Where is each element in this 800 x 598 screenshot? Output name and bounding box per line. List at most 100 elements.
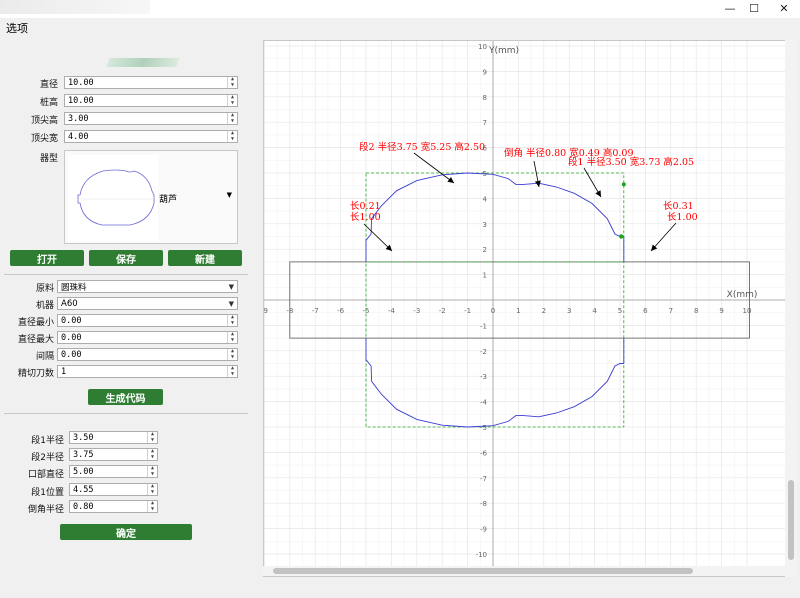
new-button[interactable]: 新建 — [168, 250, 242, 266]
interval-input[interactable]: 0.00 ▲ ▼ — [57, 348, 238, 361]
param-label: 顶尖高 — [30, 116, 58, 126]
generate-code-button[interactable]: 生成代码 — [88, 389, 163, 405]
x-tick-label: -1 — [464, 307, 471, 315]
x-tick-label: 3 — [567, 307, 571, 315]
x-tick-label: -2 — [439, 307, 446, 315]
y-tick-label: 4 — [483, 195, 488, 203]
x-tick-label: 6 — [643, 307, 648, 315]
x-tick-label: 9 — [719, 307, 723, 315]
param-label: 顶尖宽 — [30, 134, 58, 144]
type-label: 器型 — [39, 154, 58, 164]
machine-label: 机器 — [35, 301, 54, 311]
x-tick-label: 2 — [542, 307, 546, 315]
divider — [4, 274, 248, 275]
y-tick-label: 7 — [483, 119, 487, 127]
y-tick-label: -3 — [480, 373, 487, 381]
logo — [106, 58, 180, 67]
x-tick-label: 5 — [618, 307, 622, 315]
y-tick-label: -10 — [476, 551, 487, 559]
annotation-label: 段2 半径3.75 宽5.25 高2.50 — [359, 141, 485, 153]
param-label: 口部直径 — [27, 470, 64, 480]
annotation-label: 长0.21 — [350, 200, 381, 212]
control-point — [619, 234, 624, 239]
diameter-input[interactable]: 10.00 ▲ ▼ — [64, 76, 238, 89]
param-label: 间隔 — [35, 352, 54, 362]
y-tick-label: -7 — [480, 475, 487, 483]
chevron-down-icon: ▼ — [226, 191, 232, 199]
x-tick-label: 8 — [694, 307, 698, 315]
chamfer-radius-input[interactable]: 0.80 ▲ ▼ — [69, 500, 158, 513]
x-tick-label: -9 — [264, 307, 268, 315]
title-bar: — ☐ ✕ — [0, 0, 800, 18]
x-tick-label: -6 — [337, 307, 345, 315]
plot-panel[interactable]: -10-9-8-7-6-5-4-3-2-10123456789101098765… — [263, 40, 797, 577]
seg1-radius-input[interactable]: 3.50 ▲ ▼ — [69, 431, 158, 444]
x-tick-label: 10 — [743, 307, 752, 315]
material-label: 原料 — [35, 284, 54, 294]
x-tick-label: 7 — [669, 307, 673, 315]
x-tick-label: -7 — [312, 307, 319, 315]
menu-bar: 选项 — [0, 18, 800, 36]
open-button[interactable]: 打开 — [10, 250, 84, 266]
annotation-label: 长1.00 — [667, 211, 698, 223]
x-axis-label: X(mm) — [727, 290, 758, 300]
scrollbar-thumb[interactable] — [273, 568, 693, 574]
x-tick-label: 4 — [592, 307, 597, 315]
finish-cut-count-input[interactable]: 1 ▲ ▼ — [57, 365, 238, 378]
close-button[interactable]: ✕ — [770, 0, 798, 16]
y-axis-label: Y(mm) — [488, 46, 519, 56]
scrollbar-thumb[interactable] — [788, 480, 794, 560]
profile-bottom — [365, 359, 624, 428]
y-tick-label: 3 — [483, 221, 487, 229]
y-tick-label: -1 — [480, 322, 487, 330]
annotation-arrow — [413, 152, 455, 184]
y-tick-label: -8 — [480, 500, 487, 508]
profile-top — [365, 172, 624, 241]
maximize-button[interactable]: ☐ — [740, 0, 768, 16]
type-combobox[interactable]: 葫芦 ▼ — [64, 150, 238, 244]
y-tick-label: -9 — [480, 526, 487, 534]
y-tick-label: 8 — [483, 94, 487, 102]
param-label: 精切刀数 — [17, 369, 54, 379]
y-tick-label: -4 — [480, 399, 488, 407]
y-tick-label: -2 — [480, 348, 487, 356]
menu-options[interactable]: 选项 — [6, 20, 28, 36]
y-tick-label: 2 — [483, 246, 487, 254]
x-tick-label: 0 — [491, 307, 495, 315]
chevron-down-icon: ▼ — [228, 283, 234, 291]
machine-select[interactable]: A60 ▼ — [57, 297, 238, 310]
seg2-radius-input[interactable]: 3.75 ▲ ▼ — [69, 448, 158, 461]
control-point — [621, 182, 626, 187]
y-tick-label: 9 — [483, 68, 487, 76]
y-tick-label: -6 — [480, 449, 488, 457]
param-label: 桩高 — [39, 98, 58, 108]
tip-height-input[interactable]: 3.00 ▲ ▼ — [64, 112, 238, 125]
diameter-min-input[interactable]: 0.00 ▲ ▼ — [57, 314, 238, 327]
param-label: 段2半径 — [31, 453, 64, 463]
y-tick-label: 1 — [483, 272, 487, 280]
tip-width-input[interactable]: 4.00 ▲ ▼ — [64, 130, 238, 143]
x-tick-label: -4 — [388, 307, 396, 315]
divider — [4, 413, 248, 414]
arrowhead-icon — [595, 190, 601, 197]
mouth-diameter-input[interactable]: 5.00 ▲ ▼ — [69, 465, 158, 478]
x-tick-label: 1 — [516, 307, 520, 315]
seg1-position-input[interactable]: 4.55 ▲ ▼ — [69, 483, 158, 496]
horizontal-scrollbar[interactable] — [263, 566, 785, 576]
diameter-max-input[interactable]: 0.00 ▲ ▼ — [57, 331, 238, 344]
material-select[interactable]: 圆珠料 ▼ — [57, 280, 238, 293]
param-label: 段1位置 — [31, 488, 64, 498]
type-value: 葫芦 — [159, 195, 178, 205]
window-title-blurred — [0, 0, 150, 14]
settings-panel: 直径 10.00 ▲ ▼ 桩高 10.00 ▲ ▼ 顶尖高 3.00 ▲ ▼ 顶尖宽 4.0… — [0, 36, 262, 598]
annotation-label: 段1 半径3.50 宽3.73 高2.05 — [568, 156, 694, 168]
confirm-button[interactable]: 确定 — [60, 524, 192, 540]
save-button[interactable]: 保存 — [89, 250, 163, 266]
annotation-label: 长1.00 — [350, 211, 381, 223]
y-tick-label: -5 — [480, 424, 487, 432]
param-label: 直径 — [39, 80, 58, 90]
vertical-scrollbar[interactable] — [785, 40, 797, 577]
stake-height-input[interactable]: 10.00 ▲ ▼ — [64, 94, 238, 107]
profile-plot[interactable]: -10-9-8-7-6-5-4-3-2-10123456789101098765… — [264, 41, 786, 566]
shape-thumbnail — [68, 155, 158, 241]
